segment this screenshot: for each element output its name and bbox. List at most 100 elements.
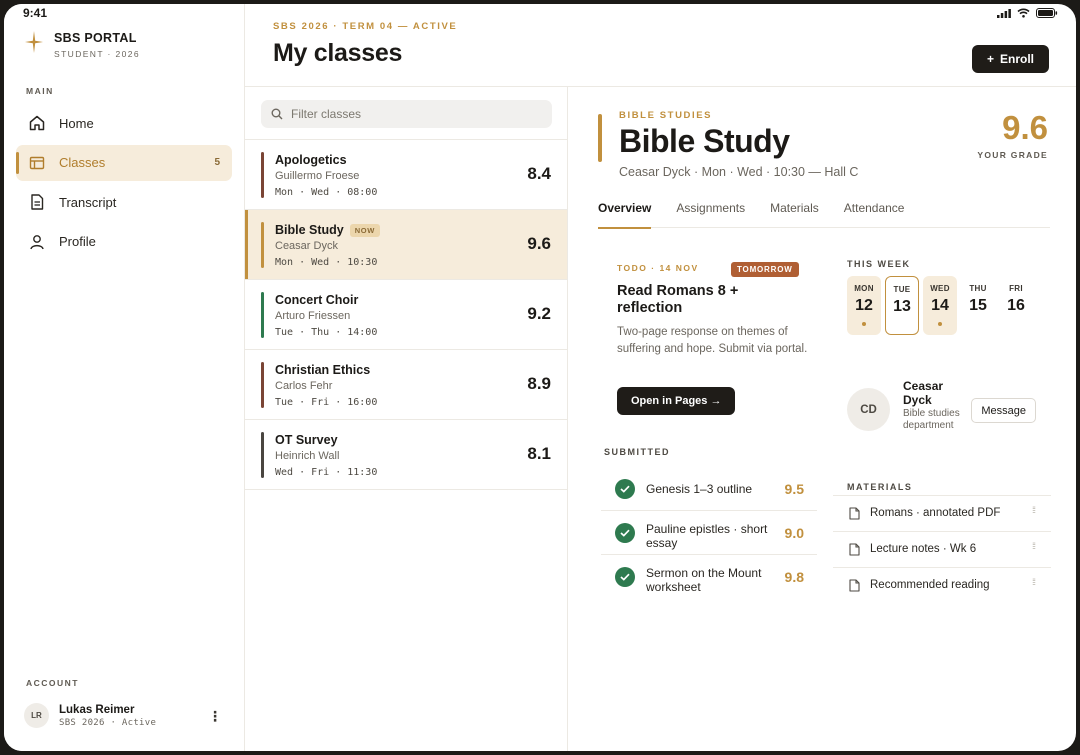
class-row-bible-study[interactable]: Bible Study NOW Ceasar Dyck Mon · Wed · 1… [245,210,567,280]
day-name: FRI [1009,284,1023,293]
class-teacher: Heinrich Wall [275,450,340,462]
detail-meta: Ceasar Dyck · Mon · Wed · 10:30 — Hall C [619,165,859,179]
plus-icon: + [986,52,994,66]
submission-score: 9.0 [784,525,804,541]
list-item[interactable]: Genesis 1–3 outline 9.5 [601,467,817,511]
signal-icon [997,8,1011,18]
tab-attendance[interactable]: Attendance [844,193,905,228]
material-name: Recommended reading [870,579,990,591]
sidebar-item-label: Home [59,115,94,131]
day-wed[interactable]: WED 14 [923,276,957,335]
drag-handle-icon[interactable]: ⁞⁞ [1032,542,1036,551]
day-tue[interactable]: TUE 13 [885,276,919,335]
class-list-panel: Apologetics Guillermo Froese Mon · Wed ·… [245,87,568,751]
todo-description: Two-page response on themes of suffering… [617,326,808,355]
class-color-bar [598,114,602,162]
brand-title: SBS PORTAL [54,31,137,45]
event-dot [862,322,866,326]
brand-subtitle: STUDENT · 2026 [54,49,141,59]
submission-name: Sermon on the Mount worksheet [646,566,762,594]
tab-overview[interactable]: Overview [598,193,652,229]
drag-handle-icon[interactable]: ⁞⁞ [1032,506,1036,515]
person-icon [28,233,46,251]
list-item[interactable]: Romans · annotated PDF ⁞⁞ [833,496,1051,532]
enroll-button[interactable]: + Enroll [971,45,1049,73]
submitted-list: Genesis 1–3 outline 9.5 Pauline epistles… [601,467,817,599]
todo-title: Read Romans 8 + reflection [617,283,739,316]
filter-classes-input[interactable] [291,107,531,121]
class-color-bar [261,152,264,198]
class-row-concert-choir[interactable]: Concert Choir Arturo Friessen Tue · Thu … [245,280,567,350]
this-week-label: THIS WEEK [847,259,911,269]
class-teacher: Arturo Friessen [275,310,351,322]
detail-title: Bible Study [619,123,790,159]
list-item[interactable]: Sermon on the Mount worksheet 9.8 [601,555,817,599]
section-main-label: MAIN [26,86,54,96]
materials-list: Romans · annotated PDF ⁞⁞ Lecture notes … [833,495,1051,604]
class-name: Christian Ethics [275,363,371,377]
event-dot [938,322,942,326]
file-icon [849,579,860,592]
wifi-icon [1017,8,1030,18]
submission-score: 9.5 [784,481,804,497]
class-grade: 9.2 [527,304,551,323]
class-schedule: Mon · Wed · 10:30 [275,257,378,268]
day-number: 12 [855,297,873,314]
day-name: WED [930,284,950,293]
account-card[interactable]: LR Lukas Reimer SBS 2026 · Active ⋮ [24,703,228,728]
day-name: TUE [893,285,911,294]
class-grade: 8.4 [527,164,551,183]
sidebar-item-profile[interactable]: Profile [16,224,232,260]
class-grade: 8.1 [527,444,551,463]
day-fri[interactable]: FRI 16 [999,276,1033,335]
submitted-label: SUBMITTED [604,447,670,457]
check-icon [615,523,635,543]
list-item[interactable]: Pauline epistles · short essay 9.0 [601,511,817,555]
enroll-label: Enroll [999,52,1034,66]
class-name: Apologetics [275,153,347,167]
sidebar-item-classes[interactable]: Classes 5 [16,144,232,181]
todo-eyebrow: TODO · 14 NOV [617,263,699,273]
app-window: 9:41 SBS PORTAL STUDENT · 2026 MAIN Home [4,4,1076,751]
check-icon [615,479,635,499]
class-row-apologetics[interactable]: Apologetics Guillermo Froese Mon · Wed ·… [245,140,567,210]
tab-materials[interactable]: Materials [770,193,819,228]
day-number: 16 [1007,297,1025,314]
search-icon [271,108,283,120]
day-mon[interactable]: MON 12 [847,276,881,335]
day-number: 13 [893,298,911,315]
class-schedule: Tue · Fri · 16:00 [275,397,378,408]
class-grade: 9.6 [527,234,551,253]
check-icon [615,567,635,587]
class-name: Concert Choir [275,293,359,307]
classes-icon [28,154,46,172]
submission-name: Genesis 1–3 outline [646,482,753,496]
class-color-bar [261,432,264,478]
sidebar-item-transcript[interactable]: Transcript [16,184,232,220]
submission-score: 9.8 [784,569,804,585]
class-teacher: Guillermo Froese [275,170,360,182]
tab-assignments[interactable]: Assignments [676,193,745,228]
list-item[interactable]: Recommended reading ⁞⁞ [833,568,1051,604]
material-name: Lecture notes · Wk 6 [870,543,977,555]
class-schedule: Wed · Fri · 11:30 [275,467,378,478]
message-button[interactable]: Message [971,398,1036,423]
list-item[interactable]: Lecture notes · Wk 6 ⁞⁞ [833,532,1051,568]
sidebar-item-label: Transcript [59,194,117,210]
open-in-pages-button[interactable]: Open in Pages → [617,387,736,415]
sidebar-item-home[interactable]: Home [16,105,232,141]
submission-name: Pauline epistles · short essay [646,522,768,550]
class-schedule: Mon · Wed · 08:00 [275,187,378,198]
drag-handle-icon[interactable]: ⁞⁞ [1032,578,1036,587]
class-row-christian-ethics[interactable]: Christian Ethics Carlos Fehr Tue · Fri ·… [245,350,567,420]
battery-icon [1036,8,1058,18]
more-options-icon[interactable]: ⋮ [208,708,222,725]
class-color-bar [261,362,264,408]
detail-tabs: Overview Assignments Materials Attendanc… [598,193,1050,229]
teacher-name: Ceasar Dyck [903,379,944,407]
account-name: Lukas Reimer [59,703,135,716]
class-grade: 8.9 [527,374,551,393]
class-row-ot-survey[interactable]: OT Survey Heinrich Wall Wed · Fri · 11:3… [245,420,567,490]
avatar: CD [847,388,890,431]
day-thu[interactable]: THU 15 [961,276,995,335]
